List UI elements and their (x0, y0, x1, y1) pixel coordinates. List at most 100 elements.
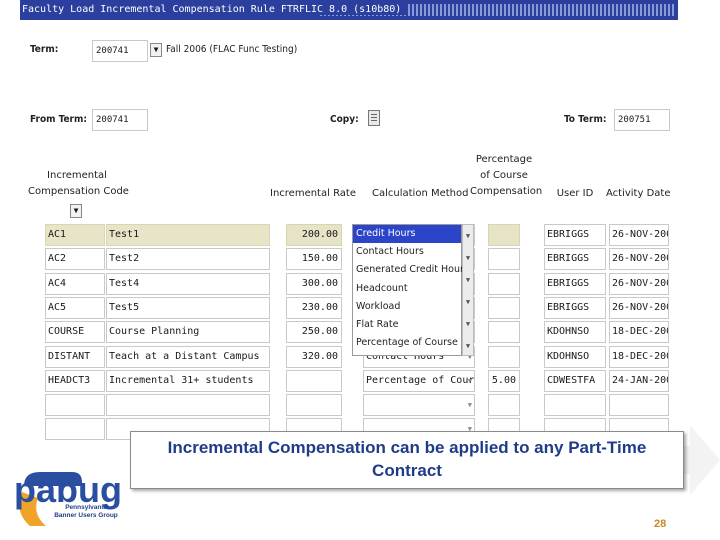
user-id-cell[interactable] (544, 394, 606, 417)
percentage-cell[interactable] (488, 345, 520, 368)
activity-date-cell[interactable]: 26-NOV-2007 (609, 296, 669, 319)
rate-cell-text: 320.00 (301, 350, 338, 362)
rate-cell[interactable]: 200.00 (286, 224, 342, 246)
rate-cell[interactable]: 250.00 (286, 321, 342, 344)
column-header-method: Calculation Method (372, 188, 469, 199)
dropdown-option[interactable]: Contact Hours (353, 243, 461, 261)
from-term-input[interactable]: 200741 (92, 109, 148, 131)
activity-date-cell-text: 26-NOV-2007 (612, 277, 668, 289)
rate-cell-text: 200.00 (301, 229, 338, 240)
chevron-down-icon[interactable]: ▼ (463, 291, 473, 313)
chevron-down-icon[interactable]: ▼ (463, 269, 473, 291)
chevron-down-icon[interactable]: ▼ (463, 247, 473, 269)
rate-cell[interactable]: 230.00 (286, 296, 342, 319)
percentage-cell[interactable]: 5.00 (488, 369, 520, 392)
user-id-cell-text: EBRIGGS (547, 253, 590, 265)
description-cell-text: Test5 (109, 301, 140, 313)
user-id-cell[interactable]: KDOHNSO (544, 345, 606, 368)
description-cell[interactable]: Test5 (106, 296, 270, 319)
user-id-cell[interactable]: CDWESTFA (544, 369, 606, 392)
dropdown-option[interactable]: Headcount (353, 280, 461, 298)
dropdown-option[interactable]: Credit Hours (353, 225, 461, 244)
activity-date-cell[interactable]: 24-JAN-2008 (609, 369, 669, 392)
chevron-down-icon[interactable]: ▼ (468, 395, 472, 415)
code-cell[interactable] (45, 418, 105, 441)
dropdown-option[interactable]: Percentage of Course (353, 334, 461, 352)
rate-cell-text: 230.00 (301, 301, 338, 313)
description-cell[interactable]: Test1 (106, 224, 270, 246)
code-cell[interactable] (45, 394, 105, 417)
code-cell-text: DISTANT (48, 350, 91, 362)
activity-date-cell-text: 26-NOV-2007 (612, 253, 668, 265)
chevron-down-icon[interactable]: ▼ (463, 313, 473, 335)
chevron-down-icon[interactable]: ▼ (463, 335, 473, 357)
rate-cell[interactable]: 150.00 (286, 248, 342, 271)
dropdown-option[interactable]: Workload (353, 298, 461, 316)
code-cell[interactable]: AC2 (45, 248, 105, 271)
description-cell[interactable] (106, 394, 270, 417)
term-description: Fall 2006 (FLAC Func Testing) (166, 44, 298, 55)
activity-date-cell[interactable] (609, 394, 669, 417)
dropdown-scrollbar[interactable]: ▼ ▼ ▼ ▼ ▼ ▼ (462, 224, 474, 356)
description-cell[interactable]: Test4 (106, 272, 270, 295)
copy-label: Copy: (330, 114, 359, 125)
percentage-cell[interactable] (488, 272, 520, 295)
user-id-cell[interactable]: EBRIGGS (544, 224, 606, 246)
code-cell[interactable]: AC1 (45, 224, 105, 246)
method-cell[interactable]: ▼ (363, 394, 475, 417)
user-id-cell[interactable]: EBRIGGS (544, 248, 606, 271)
rate-cell-text: 150.00 (301, 253, 338, 265)
code-cell-text: AC1 (48, 229, 67, 240)
to-term-label: To Term: (564, 114, 607, 125)
description-cell[interactable]: Test2 (106, 248, 270, 271)
page-number: 28 (654, 518, 667, 530)
window-title-bar: Faculty Load Incremental Compensation Ru… (20, 0, 678, 20)
percentage-cell[interactable] (488, 296, 520, 319)
code-cell[interactable]: AC4 (45, 272, 105, 295)
description-cell-text: Incremental 31+ students (109, 374, 254, 386)
rate-cell[interactable]: 300.00 (286, 272, 342, 295)
chevron-down-icon[interactable]: ▼ (463, 225, 473, 247)
percentage-cell[interactable] (488, 248, 520, 271)
activity-date-cell[interactable]: 26-NOV-2007 (609, 272, 669, 295)
column-header-user: User ID (556, 188, 594, 199)
logo-caption: Pennsylvania Banner Users Group (38, 504, 134, 520)
description-cell[interactable]: Course Planning (106, 321, 270, 344)
rate-cell[interactable]: 320.00 (286, 345, 342, 368)
activity-date-cell-text: 18-DEC-2007 (612, 326, 668, 338)
user-id-cell-text: KDOHNSO (547, 350, 590, 362)
description-cell[interactable]: Incremental 31+ students (106, 369, 270, 392)
chevron-down-icon[interactable]: ▼ (468, 371, 472, 391)
activity-date-cell[interactable]: 18-DEC-2007 (609, 345, 669, 368)
lov-down-icon[interactable]: ▼ (70, 204, 82, 218)
description-cell[interactable]: Teach at a Distant Campus (106, 345, 270, 368)
activity-date-cell[interactable]: 26-NOV-2007 (609, 248, 669, 271)
column-header-date: Activity Date (606, 188, 671, 199)
activity-date-cell-text: 26-NOV-2007 (612, 229, 668, 240)
rate-cell[interactable] (286, 369, 342, 392)
description-cell-text: Test1 (109, 229, 140, 240)
to-term-input[interactable]: 200751 (614, 109, 670, 131)
rate-cell[interactable] (286, 394, 342, 417)
term-code-input[interactable]: 200741 (92, 40, 148, 62)
activity-date-cell[interactable]: 26-NOV-2007 (609, 224, 669, 246)
description-cell-text: Test4 (109, 277, 140, 289)
percentage-cell[interactable] (488, 224, 520, 246)
percentage-cell[interactable] (488, 394, 520, 417)
code-cell[interactable]: HEADCT3 (45, 369, 105, 392)
method-cell[interactable]: Percentage of Course ▼ (363, 369, 475, 392)
dropdown-option[interactable]: Generated Credit Hours (353, 261, 469, 279)
code-cell[interactable]: COURSE (45, 321, 105, 344)
lov-down-icon[interactable]: ▼ (150, 43, 162, 57)
activity-date-cell[interactable]: 18-DEC-2007 (609, 321, 669, 344)
user-id-cell[interactable]: EBRIGGS (544, 272, 606, 295)
copy-icon[interactable] (368, 110, 380, 126)
user-id-cell[interactable]: KDOHNSO (544, 321, 606, 344)
percentage-cell[interactable] (488, 321, 520, 344)
dropdown-option[interactable]: Flat Rate (353, 316, 461, 334)
code-cell[interactable]: DISTANT (45, 345, 105, 368)
calculation-method-dropdown[interactable]: Credit Hours Contact Hours Generated Cre… (352, 224, 469, 356)
code-cell-text: AC5 (48, 301, 67, 313)
user-id-cell[interactable]: EBRIGGS (544, 296, 606, 319)
code-cell[interactable]: AC5 (45, 296, 105, 319)
